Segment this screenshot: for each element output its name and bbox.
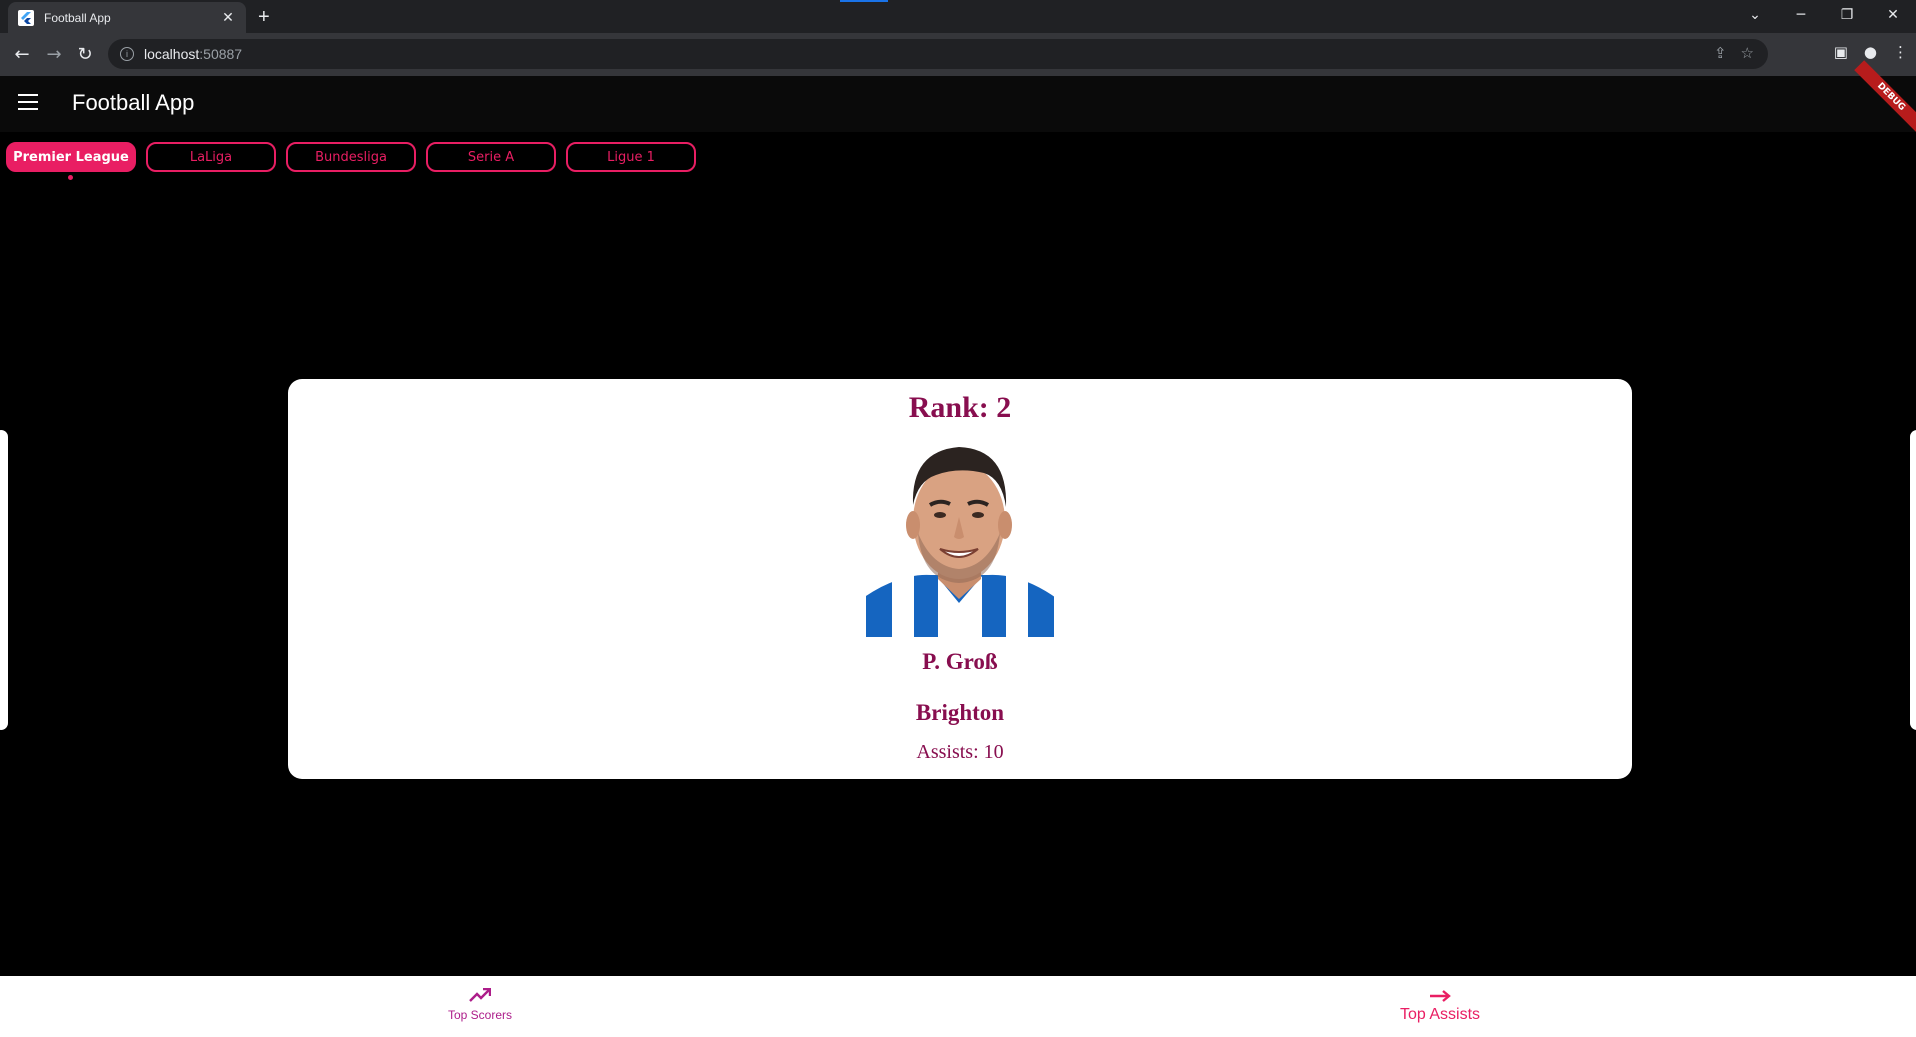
- site-info-icon[interactable]: i: [120, 47, 134, 61]
- league-tab-bundesliga[interactable]: Bundesliga: [286, 142, 416, 172]
- league-tabs: Premier League LaLiga Bundesliga Serie A…: [6, 142, 696, 172]
- browser-tab[interactable]: Football App ✕: [8, 2, 246, 33]
- url-text: localhost:50887: [144, 46, 242, 62]
- next-player-card[interactable]: [1910, 430, 1916, 730]
- arrow-right-icon: [1380, 984, 1500, 1006]
- window-controls: ⌄ ─ ❐ ✕: [1732, 0, 1916, 33]
- address-bar[interactable]: i localhost:50887 ⇪ ☆: [108, 39, 1768, 69]
- nav-top-scorers-label: Top Scorers: [447, 1008, 513, 1022]
- player-photo: [856, 433, 1063, 637]
- flutter-favicon-icon: [18, 9, 34, 26]
- app-title: Football App: [72, 90, 195, 115]
- bookmark-star-icon[interactable]: ☆: [1741, 44, 1754, 62]
- more-menu-icon[interactable]: ⋮: [1893, 43, 1908, 61]
- restore-button[interactable]: ❐: [1824, 0, 1870, 30]
- url-host: localhost: [144, 46, 200, 62]
- browser-tab-bar: Football App ✕ + ⌄ ─ ❐ ✕: [0, 0, 1916, 33]
- new-tab-button[interactable]: +: [258, 6, 270, 29]
- tab-close-icon[interactable]: ✕: [220, 10, 236, 26]
- share-icon[interactable]: ⇪: [1714, 44, 1727, 62]
- player-card[interactable]: Rank: 2 P. Groß Brighton Assists: 10: [288, 379, 1632, 779]
- back-arrow-icon[interactable]: ←: [10, 42, 34, 66]
- minimize-button[interactable]: ─: [1778, 0, 1824, 30]
- trending-up-icon: [430, 984, 530, 1006]
- player-assists: Assists: 10: [916, 741, 1004, 763]
- app-bar: Football App: [0, 76, 1916, 132]
- nav-top-scorers[interactable]: Top Scorers: [430, 984, 530, 1022]
- player-name: P. Groß: [922, 649, 998, 674]
- omnibox-actions: ⇪ ☆: [1714, 44, 1754, 62]
- menu-icon[interactable]: [18, 94, 38, 110]
- active-league-indicator: [68, 175, 73, 180]
- tab-search-icon[interactable]: ⌄: [1732, 0, 1778, 30]
- profile-icon[interactable]: ●: [1864, 43, 1877, 61]
- bottom-navigation: Top Scorers Top Assists: [0, 976, 1916, 1037]
- player-rank: Rank: 2: [908, 391, 1012, 424]
- league-tab-laliga[interactable]: LaLiga: [146, 142, 276, 172]
- forward-arrow-icon[interactable]: →: [42, 42, 66, 66]
- previous-player-card[interactable]: [0, 430, 8, 730]
- nav-top-assists[interactable]: Top Assists: [1380, 984, 1500, 1024]
- tab-title: Football App: [44, 10, 111, 25]
- reload-icon[interactable]: ↻: [73, 42, 97, 66]
- url-port: :50887: [199, 46, 243, 62]
- league-tab-serie-a[interactable]: Serie A: [426, 142, 556, 172]
- side-panel-icon[interactable]: ▣: [1834, 43, 1848, 61]
- tab-indicator: [840, 0, 888, 2]
- league-tab-ligue-1[interactable]: Ligue 1: [566, 142, 696, 172]
- player-team: Brighton: [915, 700, 1005, 725]
- nav-top-assists-label: Top Assists: [1399, 1006, 1481, 1023]
- browser-toolbar: ← → ↻ i localhost:50887 ⇪ ☆ ▣ ● ⋮: [0, 33, 1916, 76]
- toolbar-actions: ▣ ● ⋮: [1834, 43, 1908, 61]
- league-tab-premier-league[interactable]: Premier League: [6, 142, 136, 172]
- close-window-button[interactable]: ✕: [1870, 0, 1916, 30]
